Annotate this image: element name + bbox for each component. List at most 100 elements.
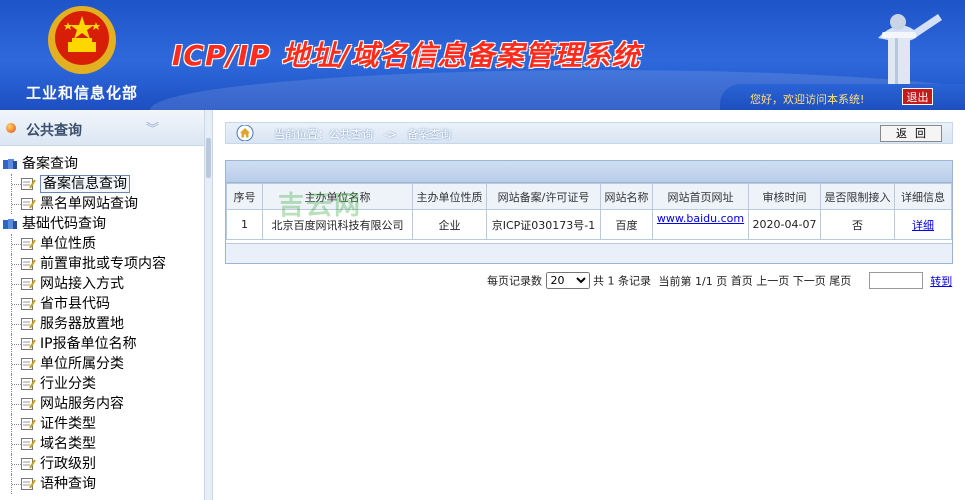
document-pencil-icon	[21, 358, 36, 370]
document-pencil-icon	[21, 338, 36, 350]
sidebar-splitter[interactable]	[205, 110, 213, 500]
cell-org-nature: 企业	[412, 209, 487, 240]
document-pencil-icon	[21, 458, 36, 470]
sidebar-item-label: 省市县代码	[40, 296, 110, 312]
breadcrumb-prefix: 当前位置：	[274, 128, 329, 141]
sidebar-item-certificate-type[interactable]: 证件类型	[0, 414, 205, 434]
result-panel-footer	[226, 243, 952, 263]
last-page-link[interactable]: 尾页	[829, 275, 851, 288]
document-pencil-icon	[21, 478, 36, 490]
col-header-org-name: 主办单位名称	[262, 183, 413, 210]
sidebar-item-pre-approval[interactable]: 前置审批或专项内容	[0, 254, 205, 274]
welcome-text: 您好，欢迎访问本系统!	[750, 93, 865, 106]
home-icon[interactable]	[236, 125, 254, 141]
orb-bullet-icon	[6, 123, 16, 133]
goto-page-input[interactable]	[868, 272, 923, 289]
cell-site-name: 百度	[600, 209, 653, 240]
sidebar-item-server-location[interactable]: 服务器放置地	[0, 314, 205, 334]
table-row: 1 北京百度网讯科技有限公司 企业 京ICP证030173号-1 百度 www.…	[226, 209, 952, 240]
sidebar-item-label: 前置审批或专项内容	[40, 256, 166, 272]
org-name: 工业和信息化部	[26, 84, 139, 102]
sidebar-item-unit-category[interactable]: 单位所属分类	[0, 354, 205, 374]
col-header-audit-date: 审核时间	[748, 183, 821, 210]
sidebar-item-filing-info-query[interactable]: 备案信息查询	[0, 174, 205, 194]
breadcrumb-public-query[interactable]: 公共查询	[329, 128, 373, 141]
goto-page-link[interactable]: 转到	[930, 275, 952, 288]
sidebar-item-label: 网站服务内容	[40, 396, 124, 412]
per-page-select[interactable]: 20	[545, 272, 590, 289]
cell-org-name: 北京百度网讯科技有限公司	[262, 209, 413, 240]
collapse-chevron-icon[interactable]: ︾	[146, 118, 159, 137]
col-header-org-nature: 主办单位性质	[412, 183, 487, 210]
total-records: 共 1 条记录	[593, 274, 651, 288]
result-table: 序号 主办单位名称 主办单位性质 网站备案/许可证号 网站名称 网站首页网址 审…	[226, 183, 952, 240]
sidebar-item-label: 证件类型	[40, 416, 96, 432]
sidebar-section-header[interactable]: 公共查询 ︾	[0, 110, 204, 146]
huabiao-pillar-icon	[878, 14, 942, 84]
cell-license: 京ICP证030173号-1	[486, 209, 601, 240]
breadcrumb: 当前位置：公共查询 -> 备案查询 返回	[225, 122, 953, 144]
nav-group-base-code-query[interactable]: 基础代码查询	[0, 214, 205, 234]
detail-link[interactable]: 详细	[912, 219, 934, 232]
sidebar-item-language[interactable]: 语种查询	[0, 474, 205, 494]
sidebar-item-blacklist-query[interactable]: 黑名单网站查询	[0, 194, 205, 214]
sidebar: 公共查询 ︾ 备案查询 备案信息查询 黑名单网站查询 基础代码查询 单位性质 前…	[0, 110, 205, 500]
back-button[interactable]: 返回	[880, 125, 942, 142]
prev-page-link[interactable]: 上一页	[756, 275, 789, 288]
current-page-info: 当前第 1/1 页	[658, 274, 728, 288]
document-pencil-icon	[21, 418, 36, 430]
document-pencil-icon	[21, 258, 36, 270]
cell-index: 1	[226, 209, 263, 240]
document-pencil-icon	[21, 238, 36, 250]
sidebar-item-unit-nature[interactable]: 单位性质	[0, 234, 205, 254]
breadcrumb-filing-query: 备案查询	[407, 128, 452, 141]
table-header-row: 序号 主办单位名称 主办单位性质 网站备案/许可证号 网站名称 网站首页网址 审…	[226, 183, 952, 210]
cell-audit-date: 2020-04-07	[748, 209, 821, 240]
sidebar-item-region-code[interactable]: 省市县代码	[0, 294, 205, 314]
document-pencil-icon	[21, 318, 36, 330]
group-books-icon	[3, 219, 17, 229]
sidebar-item-admin-level[interactable]: 行政级别	[0, 454, 205, 474]
col-header-index: 序号	[226, 183, 263, 210]
per-page-label: 每页记录数	[487, 274, 542, 288]
pagination-bar: 每页记录数 20 共 1 条记录 当前第 1/1 页 首页 上一页 下一页 尾页…	[487, 272, 952, 290]
sidebar-item-domain-type[interactable]: 域名类型	[0, 434, 205, 454]
document-pencil-icon	[21, 378, 36, 390]
first-page-link[interactable]: 首页	[731, 275, 753, 288]
cell-restricted: 否	[820, 209, 895, 240]
document-pencil-icon	[21, 438, 36, 450]
breadcrumb-path: 当前位置：公共查询 -> 备案查询	[274, 126, 451, 142]
sidebar-item-label: 网站接入方式	[40, 276, 124, 292]
sidebar-item-access-method[interactable]: 网站接入方式	[0, 274, 205, 294]
sidebar-item-label: 行政级别	[40, 456, 96, 472]
sidebar-item-industry[interactable]: 行业分类	[0, 374, 205, 394]
col-header-homepage-url: 网站首页网址	[652, 183, 749, 210]
document-pencil-icon	[21, 278, 36, 290]
cell-homepage-url: www.baidu.com	[652, 209, 749, 240]
col-header-detail: 详细信息	[894, 183, 952, 210]
nav-group-label: 基础代码查询	[22, 216, 106, 232]
sidebar-item-ip-filing-unit[interactable]: IP报备单位名称	[0, 334, 205, 354]
document-pencil-icon	[21, 178, 36, 190]
next-page-link[interactable]: 下一页	[793, 275, 826, 288]
nav-group-filing-query[interactable]: 备案查询	[0, 154, 205, 174]
document-pencil-icon	[21, 198, 36, 210]
sidebar-item-label: 备案信息查询	[40, 175, 130, 193]
national-emblem-icon	[48, 6, 116, 74]
system-title: ICP/IP 地址/域名信息备案管理系统	[172, 39, 641, 72]
sidebar-item-service-content[interactable]: 网站服务内容	[0, 394, 205, 414]
col-header-license: 网站备案/许可证号	[486, 183, 601, 210]
sidebar-item-label: 黑名单网站查询	[40, 196, 138, 212]
cell-detail: 详细	[894, 209, 952, 240]
nav-tree: 备案查询 备案信息查询 黑名单网站查询 基础代码查询 单位性质 前置审批或专项内…	[0, 154, 205, 494]
homepage-url-link[interactable]: www.baidu.com	[657, 212, 744, 225]
document-pencil-icon	[21, 298, 36, 310]
sidebar-item-label: 域名类型	[40, 436, 96, 452]
splitter-grip-handle[interactable]	[206, 138, 211, 178]
sidebar-item-label: 语种查询	[40, 476, 96, 492]
logout-button[interactable]: 退出	[902, 88, 933, 105]
document-pencil-icon	[21, 398, 36, 410]
main-content: 当前位置：公共查询 -> 备案查询 返回 序号 主办单位名称 主办单位性质 网站…	[213, 110, 965, 500]
sidebar-section-title: 公共查询	[26, 123, 82, 139]
sidebar-item-label: IP报备单位名称	[40, 336, 137, 352]
